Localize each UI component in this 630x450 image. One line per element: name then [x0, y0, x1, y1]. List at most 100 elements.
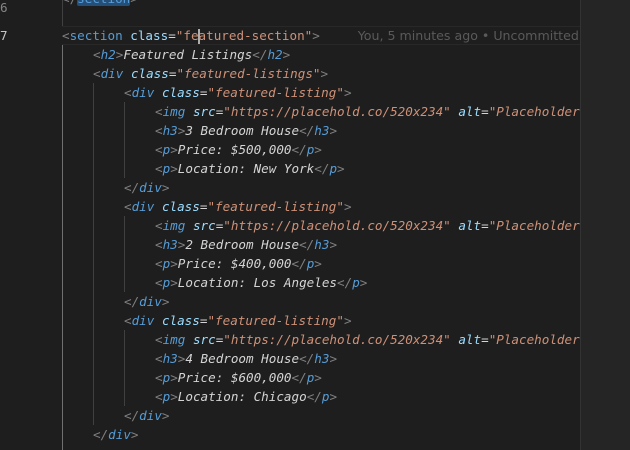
punctuation: < — [155, 218, 163, 233]
tag-name: h3 — [162, 123, 178, 138]
attribute-name: class — [161, 85, 200, 100]
code-line[interactable]: <p>Price: $400,000</p> — [155, 254, 580, 273]
punctuation: < — [155, 142, 163, 157]
punctuation: </ — [299, 123, 315, 138]
punctuation: </ — [291, 370, 307, 385]
punctuation: </ — [314, 161, 330, 176]
code-line[interactable]: <img src="https://placehold.co/520x234" … — [155, 102, 580, 121]
code-line[interactable]: <p>Price: $600,000</p> — [155, 368, 580, 387]
punctuation: > — [314, 370, 322, 385]
punctuation: </ — [306, 389, 322, 404]
tag-name: div — [139, 180, 162, 195]
code-line[interactable]: <div class="featured-listing"> — [124, 83, 580, 102]
code-line[interactable]: <div class="featured-listings"> — [93, 64, 580, 83]
punctuation: > — [130, 427, 139, 442]
attribute-value: "https://placehold.co/520x234" — [223, 332, 451, 347]
attribute-value: "featured-listing" — [207, 85, 344, 100]
punctuation: </ — [291, 256, 307, 271]
text-content: 2 Bedroom House — [185, 237, 300, 252]
punctuation: > — [343, 199, 352, 214]
tag-name: section — [69, 28, 123, 43]
code-line[interactable]: </div> — [93, 425, 580, 444]
punctuation: </ — [291, 142, 307, 157]
indent-guide-active — [62, 45, 63, 450]
code-line[interactable]: <h3>2 Bedroom House</h3> — [155, 235, 580, 254]
indent-guide — [124, 102, 125, 178]
punctuation: < — [155, 123, 163, 138]
punctuation: > — [329, 123, 338, 138]
punctuation: > — [170, 161, 178, 176]
indent-guide — [124, 330, 125, 406]
punctuation: > — [343, 313, 352, 328]
attribute-name: class — [161, 199, 200, 214]
attribute-name: class — [130, 28, 169, 43]
attribute-name: alt — [458, 332, 482, 347]
attribute-name: src — [192, 104, 216, 119]
punctuation: > — [314, 142, 322, 157]
code-editor[interactable]: 6 7 </section> <section class="featured-… — [0, 0, 630, 450]
tag-name: h3 — [162, 351, 178, 366]
punctuation: < — [155, 275, 163, 290]
code-line[interactable]: </div> — [124, 406, 580, 425]
attribute-name: class — [130, 66, 169, 81]
attribute-value: "featured-listings" — [176, 66, 321, 81]
punctuation: = — [168, 28, 176, 43]
punctuation: </ — [124, 180, 140, 195]
code-line[interactable]: </section> — [62, 0, 580, 8]
punctuation: < — [155, 256, 163, 271]
tag-name: img — [162, 332, 186, 347]
punctuation: < — [93, 47, 101, 62]
code-line[interactable]: <h3>3 Bedroom House</h3> — [155, 121, 580, 140]
code-line[interactable]: </div> — [124, 178, 580, 197]
punctuation: > — [359, 275, 368, 290]
punctuation: </ — [337, 275, 353, 290]
text-content: 3 Bedroom House — [185, 123, 300, 138]
indent-guide — [93, 83, 94, 425]
code-line[interactable]: <h3>4 Bedroom House</h3> — [155, 349, 580, 368]
code-line[interactable]: <h2>Featured Listings</h2> — [93, 45, 580, 64]
code-line[interactable]: <p>Location: Chicago</p> — [155, 387, 580, 406]
code-line[interactable]: </div> — [124, 292, 580, 311]
code-line[interactable]: <p>Location: Los Angeles</p> — [155, 273, 580, 292]
punctuation: < — [155, 351, 163, 366]
punctuation: </ — [124, 408, 140, 423]
punctuation: </ — [299, 351, 315, 366]
punctuation: > — [329, 237, 338, 252]
punctuation: </ — [93, 427, 109, 442]
code-line[interactable]: <img src="https://placehold.co/520x234" … — [155, 216, 580, 235]
tag-name: h3 — [314, 237, 330, 252]
code-line[interactable]: <p>Location: New York</p> — [155, 159, 580, 178]
attribute-name: alt — [458, 218, 482, 233]
text-content: Location: Chicago — [177, 389, 307, 404]
punctuation: > — [312, 28, 320, 43]
code-line-current[interactable]: <section class="featured-section"> You, … — [62, 26, 580, 45]
punctuation: = — [481, 218, 489, 233]
tag-name: div — [100, 66, 124, 81]
tag-name: h2 — [100, 47, 116, 62]
tag-name: img — [162, 104, 186, 119]
punctuation: > — [170, 389, 178, 404]
tag-name: h3 — [162, 237, 178, 252]
text-cursor — [197, 28, 200, 44]
code-line[interactable]: <div class="featured-listing"> — [124, 311, 580, 330]
code-line[interactable]: <img src="https://placehold.co/520x234" … — [155, 330, 580, 349]
text-content: Location: Los Angeles — [177, 275, 338, 290]
attribute-value: "https://placehold.co/520x234" — [223, 104, 451, 119]
punctuation: < — [155, 332, 163, 347]
text-content: Price: $600,000 — [177, 370, 292, 385]
attribute-value: "Placeholder image" — [488, 104, 580, 119]
text-content: Location: New York — [177, 161, 315, 176]
code-area[interactable]: </section> <section class="featured-sect… — [33, 0, 580, 450]
punctuation: < — [62, 28, 70, 43]
punctuation: > — [320, 66, 329, 81]
tag-name: p — [329, 161, 338, 176]
punctuation: = — [481, 332, 489, 347]
punctuation: < — [93, 66, 101, 81]
text-content: 4 Bedroom House — [185, 351, 300, 366]
punctuation: > — [329, 389, 338, 404]
attribute-value: "https://placehold.co/520x234" — [223, 218, 451, 233]
punctuation: > — [130, 0, 138, 6]
code-line[interactable]: <div class="featured-listing"> — [124, 197, 580, 216]
code-line[interactable]: <p>Price: $500,000</p> — [155, 140, 580, 159]
punctuation: > — [337, 161, 345, 176]
